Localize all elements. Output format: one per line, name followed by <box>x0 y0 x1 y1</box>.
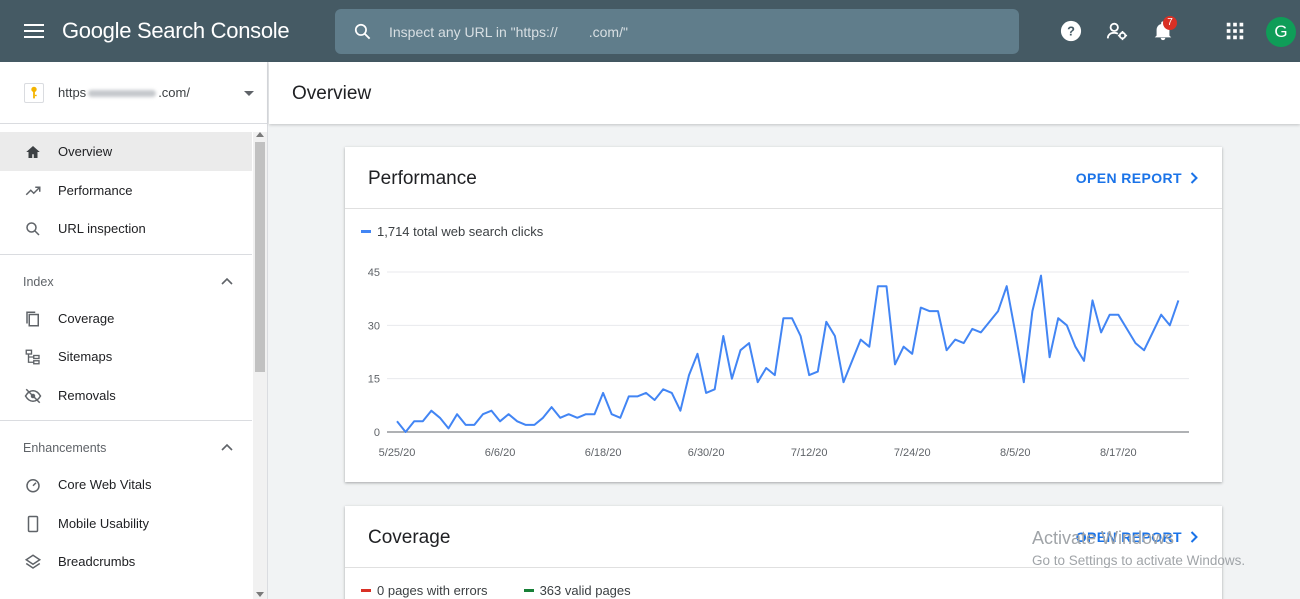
chart-legend[interactable]: 1,714 total web search clicks <box>361 224 543 239</box>
x-tick-label: 8/5/20 <box>1000 447 1031 459</box>
sidebar-item-performance[interactable]: Performance <box>0 171 252 210</box>
errors-label: 0 pages with errors <box>377 583 488 598</box>
x-tick-label: 8/17/20 <box>1100 447 1137 459</box>
sidebar-item-url-inspection[interactable]: URL inspection <box>0 209 252 248</box>
gauge-icon <box>26 479 40 493</box>
divider <box>0 420 252 421</box>
url-inspect-search[interactable] <box>335 9 1019 54</box>
x-tick-label: 7/12/20 <box>791 447 828 459</box>
home-icon <box>26 146 40 158</box>
x-tick-label: 6/30/20 <box>688 447 725 459</box>
sidebar-item-label: Performance <box>58 182 133 198</box>
sitemap-icon <box>25 349 40 365</box>
help-icon[interactable]: ? <box>1060 20 1082 42</box>
sidebar-scrollbar[interactable] <box>253 132 267 599</box>
section-index[interactable]: Index <box>0 261 252 299</box>
coverage-legend: 0 pages with errors 363 valid pages <box>361 583 631 598</box>
layers-icon <box>24 554 42 569</box>
scroll-down-arrow[interactable] <box>256 592 264 597</box>
removals-icon <box>24 388 42 403</box>
section-label: Index <box>23 274 54 289</box>
sidebar-item-label: Breadcrumbs <box>58 554 136 569</box>
page-header: Overview <box>269 62 1300 124</box>
search-input[interactable] <box>389 9 989 54</box>
y-tick-label: 15 <box>368 374 380 386</box>
chevron-up-icon[interactable] <box>221 443 233 451</box>
trending-up-icon <box>25 186 41 195</box>
y-tick-label: 0 <box>374 427 380 439</box>
legend-label: 1,714 total web search clicks <box>377 224 544 239</box>
sidebar-item-removals[interactable]: Removals <box>0 376 252 415</box>
section-label: Enhancements <box>23 441 107 455</box>
coverage-icon <box>26 311 39 326</box>
chevron-up-icon[interactable] <box>221 277 233 285</box>
sidebar-item-label: Coverage <box>58 310 115 326</box>
x-tick-label: 6/18/20 <box>585 447 622 459</box>
sidebar-item-label: Mobile Usability <box>58 515 150 531</box>
redacted-domain <box>88 90 157 98</box>
card-header: Performance OPEN REPORT <box>345 147 1222 209</box>
apps-grid-icon[interactable] <box>1224 20 1246 42</box>
property-url: https .com/ <box>58 85 190 100</box>
sidebar-item-sitemaps[interactable]: Sitemaps <box>0 337 252 376</box>
watermark-title: Activate Windows <box>1032 528 1175 548</box>
watermark-subtitle: Go to Settings to activate Windows. <box>1032 553 1246 568</box>
open-report-label: OPEN REPORT <box>1075 170 1182 186</box>
sidebar-item-breadcrumbs[interactable]: Breadcrumbs <box>0 542 252 581</box>
key-icon <box>24 83 44 103</box>
x-tick-label: 7/24/20 <box>894 447 931 459</box>
open-performance-report-button[interactable]: OPEN REPORT <box>1076 170 1198 186</box>
clicks-line-chart[interactable]: 0 15 30 45 5/25/20 6/6/20 6/18/20 6/30/20 7/12/2… <box>345 247 1222 472</box>
errors-swatch <box>361 589 371 592</box>
valid-swatch <box>523 589 534 592</box>
windows-activation-watermark: Activate Windows Go to Settings to activ… <box>1032 528 1245 568</box>
sidebar: https .com/ Overview Performance URL insp… <box>0 62 268 599</box>
search-icon <box>26 222 40 236</box>
sidebar-item-mobile-usability[interactable]: Mobile Usability <box>0 504 252 543</box>
sidebar-item-label: Removals <box>58 387 116 403</box>
series-line-clicks <box>396 274 1180 433</box>
card-title: Coverage <box>368 527 451 548</box>
valid-label: 363 valid pages <box>539 583 631 598</box>
sidebar-item-coverage[interactable]: Coverage <box>0 299 252 338</box>
legend-swatch <box>361 230 371 233</box>
sidebar-item-label: Overview <box>58 144 113 159</box>
divider <box>0 253 252 255</box>
chevron-down-icon[interactable] <box>244 91 254 96</box>
property-selector[interactable]: https .com/ <box>0 62 268 124</box>
sidebar-item-label: URL inspection <box>58 221 146 236</box>
phone-icon <box>27 515 39 532</box>
manage-users-icon[interactable] <box>1106 20 1128 42</box>
sidebar-item-core-web-vitals[interactable]: Core Web Vitals <box>0 465 252 504</box>
sidebar-nav: Overview Performance URL inspection Inde… <box>0 132 252 581</box>
scrollbar-thumb[interactable] <box>255 142 265 372</box>
page-title: Overview <box>292 83 372 104</box>
card-title: Performance <box>368 168 477 189</box>
top-app-bar: Google Search Console ? 7 G <box>0 0 1300 62</box>
sidebar-item-label: Core Web Vitals <box>58 477 152 492</box>
y-tick-label: 30 <box>368 320 380 332</box>
sidebar-item-label: Sitemaps <box>58 349 113 364</box>
svg-text:?: ? <box>1067 24 1075 39</box>
y-tick-label: 45 <box>368 267 380 279</box>
scroll-up-arrow[interactable] <box>256 132 264 137</box>
app-title[interactable]: Google Search Console <box>62 18 290 44</box>
sidebar-item-overview[interactable]: Overview <box>0 132 252 171</box>
x-tick-label: 5/25/20 <box>379 447 416 459</box>
notification-badge: 7 <box>1163 16 1177 30</box>
chevron-right-icon <box>1190 172 1198 184</box>
avatar[interactable]: G <box>1266 17 1296 47</box>
menu-icon[interactable] <box>24 24 44 38</box>
search-icon <box>354 23 371 40</box>
section-enhancements[interactable]: Enhancements <box>0 427 252 465</box>
x-tick-label: 6/6/20 <box>485 447 516 459</box>
performance-card: Performance OPEN REPORT 1,714 total web … <box>345 147 1222 482</box>
